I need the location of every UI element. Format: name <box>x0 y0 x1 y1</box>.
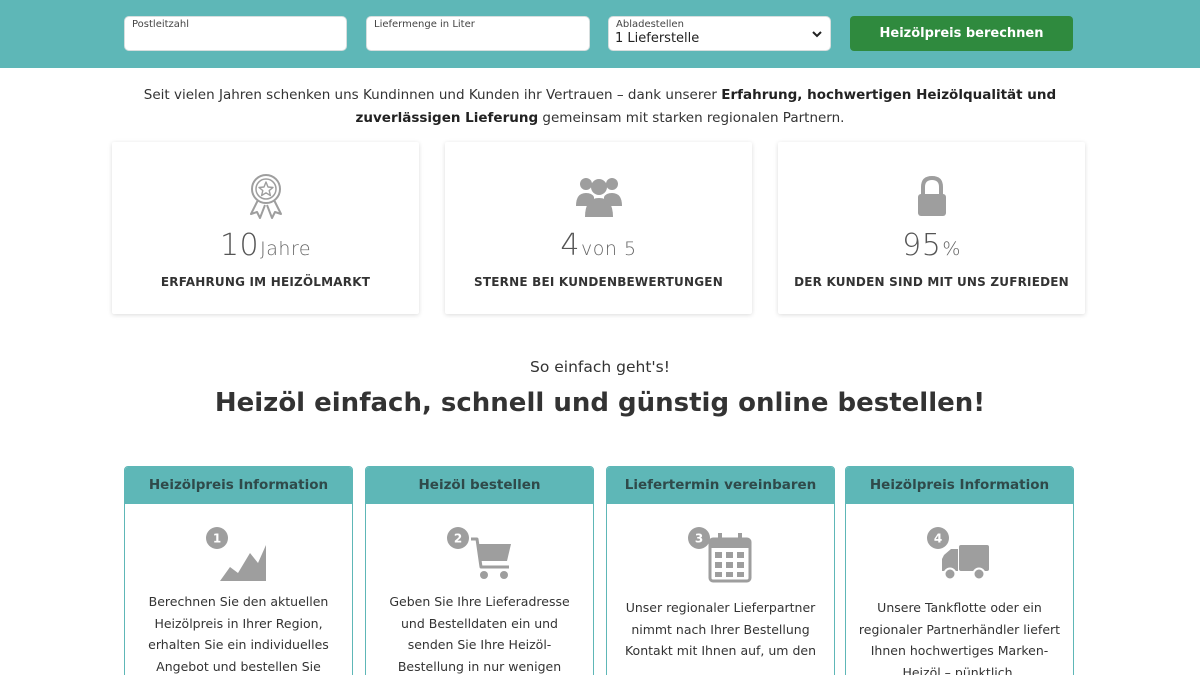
stat-card-experience: 10Jahre ERFAHRUNG IM HEIZÖLMARKT <box>112 142 419 314</box>
step-title: Heizölpreis Information <box>846 467 1073 504</box>
step-title: Heizöl bestellen <box>366 467 593 504</box>
shopping-cart-icon: 2 <box>446 527 511 579</box>
stat-value: 4von 5 <box>445 228 752 263</box>
delivery-truck-icon: 4 <box>926 527 989 581</box>
stat-label: ERFAHRUNG IM HEIZÖLMARKT <box>160 275 371 289</box>
award-ribbon-icon <box>249 174 282 219</box>
step-card-schedule: Liefertermin vereinbaren 3 Unser regiona… <box>606 466 835 675</box>
intro-text-start: Seit vielen Jahren schenken uns Kundinne… <box>143 87 722 103</box>
intro-text-end: gemeinsam mit starken regionalen Partner… <box>538 110 845 126</box>
stat-number: 10 <box>219 228 260 263</box>
quantity-field[interactable]: Liefermenge in Liter <box>366 16 590 51</box>
unloading-points-value: 1 Lieferstelle <box>615 31 700 46</box>
step-number: 2 <box>453 532 461 546</box>
chevron-down-icon <box>812 31 822 38</box>
intro-text: Seit vielen Jahren schenken uns Kundinne… <box>110 84 1090 130</box>
step-number: 4 <box>933 532 941 546</box>
stat-label: STERNE BEI KUNDENBEWERTUNGEN <box>474 275 723 289</box>
step-description: Geben Sie Ihre Lieferadresse und Bestell… <box>389 594 570 674</box>
stat-value: 95% <box>778 228 1085 263</box>
stat-card-ratings: 4von 5 STERNE BEI KUNDENBEWERTUNGEN <box>445 142 752 314</box>
step-card-price-info: Heizölpreis Information 1 Berechnen Sie … <box>124 466 353 675</box>
calculate-price-button[interactable]: Heizölpreis berechnen <box>850 16 1073 51</box>
lock-icon <box>917 175 946 216</box>
step-number: 3 <box>694 532 702 546</box>
step-title: Liefertermin vereinbaren <box>607 467 834 504</box>
unloading-points-select[interactable]: Abladestellen 1 Lieferstelle <box>608 16 831 51</box>
calendar-icon: 3 <box>687 527 751 583</box>
postal-code-field[interactable]: Postleitzahl <box>124 16 347 51</box>
step-title: Heizölpreis Information <box>125 467 352 504</box>
step-description: Unsere Tankflotte oder ein regionaler Pa… <box>858 600 1061 675</box>
section-title: Heizöl einfach, schnell und günstig onli… <box>214 388 986 418</box>
stat-number: 4 <box>560 228 581 263</box>
stat-card-satisfaction: 95% DER KUNDEN SIND MIT UNS ZUFRIEDEN <box>778 142 1085 314</box>
step-card-order: Heizöl bestellen 2 Geben Sie Ihre Liefer… <box>365 466 594 675</box>
users-group-icon <box>575 178 622 217</box>
stat-unit: von 5 <box>581 238 637 260</box>
price-chart-icon: 1 <box>205 527 266 581</box>
stat-number: 95 <box>902 228 942 263</box>
section-subtitle: So einfach geht's! <box>530 358 670 376</box>
stat-unit: Jahre <box>260 238 312 260</box>
step-description: Berechnen Sie den aktuellen Heizölpreis … <box>148 594 329 674</box>
step-number: 1 <box>212 532 220 546</box>
quantity-label: Liefermenge in Liter <box>374 19 475 30</box>
stat-value: 10Jahre <box>112 228 419 263</box>
unloading-points-label: Abladestellen <box>616 19 684 30</box>
postal-code-input[interactable] <box>131 33 340 49</box>
postal-code-label: Postleitzahl <box>132 19 190 30</box>
stat-label: DER KUNDEN SIND MIT UNS ZUFRIEDEN <box>794 275 1069 289</box>
step-description: Unser regionaler Lieferpartner nimmt nac… <box>624 600 816 658</box>
stat-unit: % <box>942 238 961 260</box>
price-calculator-bar: Postleitzahl Liefermenge in Liter Ablade… <box>0 0 1200 68</box>
step-card-delivery: Heizölpreis Information 4 Unsere Tankflo… <box>845 466 1074 675</box>
quantity-input[interactable] <box>373 33 583 49</box>
